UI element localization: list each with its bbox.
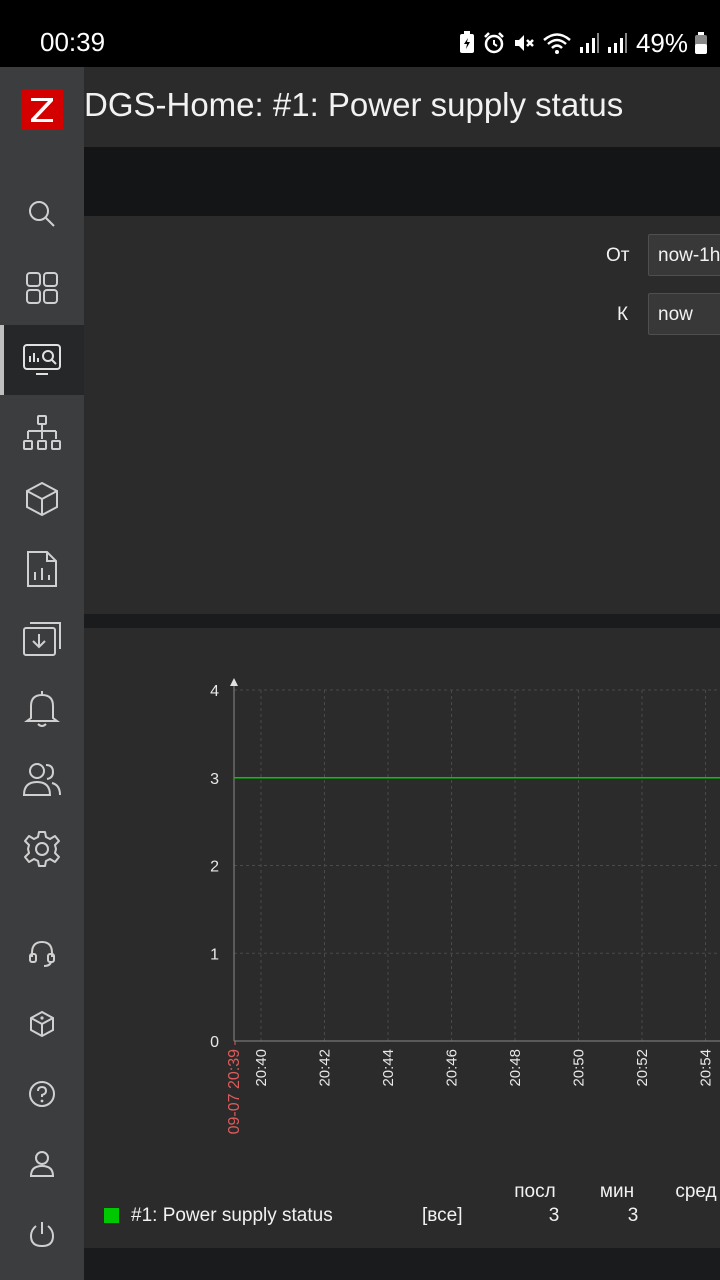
x-tick-label: 20:52 [634,1049,651,1087]
x-tick-label: 20:50 [571,1049,588,1087]
users-icon [22,763,61,796]
bell-icon [24,691,60,727]
user-icon [29,1151,55,1177]
sidebar-item-inventory[interactable] [0,464,84,534]
graph-panel: 0 1 2 3 4 09-07 20:39 20:40 20:42 20:44 20:46 20:4… [84,628,720,1248]
x-start-label: 09-07 20:39 [226,1049,243,1135]
subheader-band [84,147,720,216]
sidebar-item-search[interactable] [0,179,84,249]
y-tick-label: 3 [210,771,219,788]
headset-icon [29,940,55,967]
panel-divider [84,614,720,628]
filter-to-label: К [617,304,629,325]
app-header: DGS-Home: #1: Power supply status [0,67,720,147]
sidebar-item-sign-out[interactable] [0,1199,84,1269]
bottom-band [84,1248,720,1280]
sidebar-item-monitoring[interactable] [0,325,84,395]
sidebar [0,67,84,1280]
sidebar-item-user-settings[interactable] [0,1129,84,1199]
monitoring-icon [23,344,61,375]
y-tick-label: 4 [210,683,219,700]
graph-svg: 0 1 2 3 4 09-07 20:39 20:40 20:42 20:44 20:46 20:4… [210,678,720,1135]
sidebar-item-integrations[interactable] [0,989,84,1059]
sidebar-item-alerts[interactable] [0,674,84,744]
sidebar-item-users[interactable] [0,744,84,814]
y-tick-label: 2 [210,859,219,876]
alarm-icon [484,32,504,54]
sidebar-item-dashboards[interactable] [0,253,84,323]
battery-icon [695,32,707,54]
search-icon [29,201,55,227]
battery-percent: 49% [635,27,688,58]
sidebar-item-support[interactable] [0,918,84,988]
battery-saver-icon [459,31,474,53]
status-bar: 00:39 49% [0,0,720,67]
y-axis-arrow [230,678,238,686]
dashboard-icon [26,272,58,304]
sidebar-item-help[interactable] [0,1059,84,1129]
x-tick-label: 20:54 [698,1049,715,1087]
power-icon [29,1222,55,1248]
x-tick-label: 20:48 [507,1049,524,1087]
x-tick-label: 20:46 [444,1049,461,1087]
signal-icon [579,33,599,53]
status-icons: 49% [458,27,708,59]
filter-panel: От now-1h К now [84,216,720,614]
signal-icon-2 [607,33,627,53]
integrations-icon [30,1010,54,1038]
filter-from-label: От [606,245,630,266]
sidebar-item-data-collection[interactable] [0,604,84,674]
filter-to-input[interactable]: now [648,293,720,335]
sidebar-item-services[interactable] [0,398,84,468]
download-icon [23,622,61,656]
y-tick-label: 0 [210,1034,219,1051]
report-icon [27,551,57,587]
wifi-icon [543,33,571,54]
sidebar-item-reports[interactable] [0,534,84,604]
cube-icon [26,481,58,517]
status-time: 00:39 [40,27,106,57]
x-tick-label: 20:40 [253,1049,270,1087]
hierarchy-icon [23,415,61,450]
zabbix-logo[interactable] [21,89,63,130]
page-title: DGS-Home: #1: Power supply status [84,86,624,123]
mute-icon [514,35,534,51]
filter-from-input[interactable]: now-1h [648,234,720,276]
x-tick-label: 20:42 [317,1049,334,1087]
x-tick-label: 20:44 [380,1049,397,1087]
y-tick-label: 1 [210,946,219,963]
help-icon [29,1081,55,1107]
logo-z-glyph [31,98,53,122]
sidebar-item-administration[interactable] [0,814,84,884]
gear-icon [24,831,60,867]
